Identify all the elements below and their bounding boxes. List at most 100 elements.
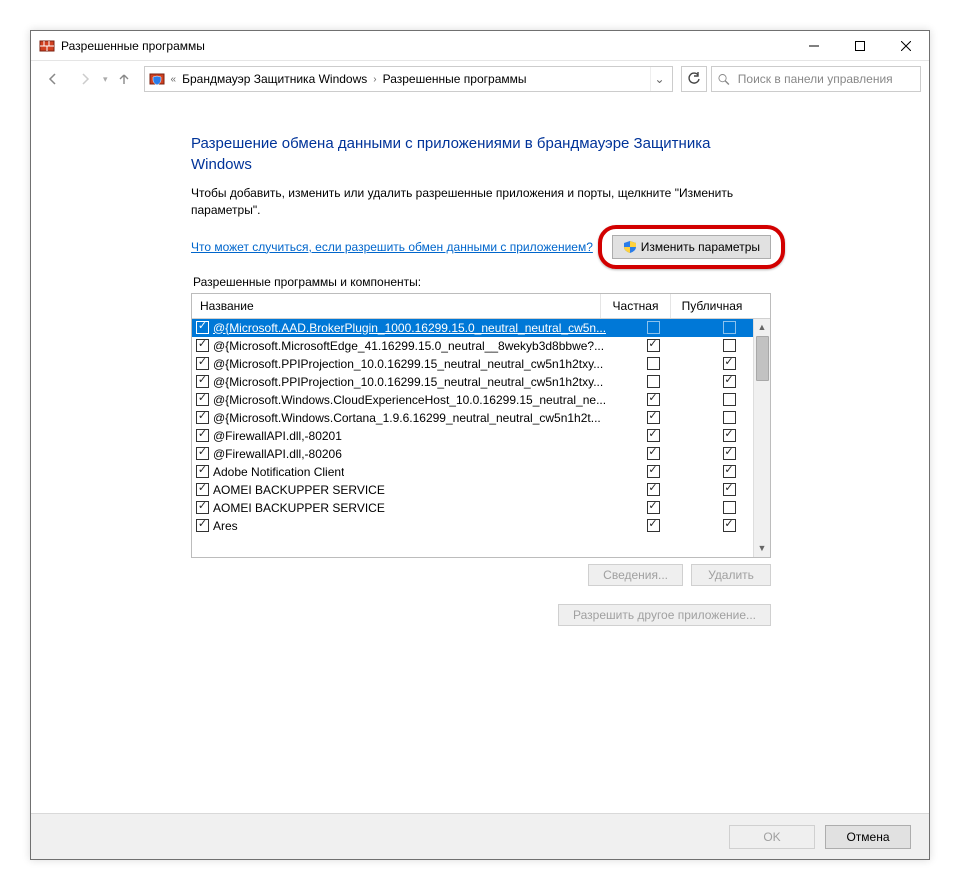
enable-checkbox[interactable] bbox=[196, 483, 209, 496]
scroll-up-icon[interactable]: ▲ bbox=[754, 319, 770, 336]
page-heading: Разрешение обмена данными с приложениями… bbox=[191, 133, 771, 175]
titlebar: Разрешенные программы bbox=[31, 31, 929, 61]
risk-help-link[interactable]: Что может случиться, если разрешить обме… bbox=[191, 240, 593, 254]
public-checkbox[interactable] bbox=[723, 411, 736, 424]
public-checkbox[interactable] bbox=[723, 339, 736, 352]
table-row[interactable]: @{Microsoft.Windows.Cortana_1.9.6.16299_… bbox=[192, 409, 770, 427]
private-checkbox[interactable] bbox=[647, 447, 660, 460]
app-name-text: @FirewallAPI.dll,-80201 bbox=[213, 429, 342, 443]
remove-button[interactable]: Удалить bbox=[691, 564, 771, 586]
public-checkbox[interactable] bbox=[723, 483, 736, 496]
enable-checkbox[interactable] bbox=[196, 501, 209, 514]
column-header-name[interactable]: Название bbox=[192, 294, 601, 318]
breadcrumb[interactable]: « Брандмауэр Защитника Windows › Разреше… bbox=[144, 66, 673, 92]
enable-checkbox[interactable] bbox=[196, 465, 209, 478]
maximize-button[interactable] bbox=[837, 31, 883, 61]
private-checkbox[interactable] bbox=[647, 501, 660, 514]
breadcrumb-item[interactable]: Разрешенные программы bbox=[379, 72, 531, 86]
enable-checkbox[interactable] bbox=[196, 375, 209, 388]
cancel-button[interactable]: Отмена bbox=[825, 825, 911, 849]
recent-dropdown-icon[interactable]: ▾ bbox=[103, 74, 108, 85]
public-checkbox[interactable] bbox=[723, 447, 736, 460]
private-checkbox[interactable] bbox=[647, 411, 660, 424]
search-icon bbox=[718, 73, 730, 86]
table-row[interactable]: @{Microsoft.PPIProjection_10.0.16299.15_… bbox=[192, 355, 770, 373]
table-row[interactable]: AOMEI BACKUPPER SERVICE bbox=[192, 499, 770, 517]
private-checkbox[interactable] bbox=[647, 393, 660, 406]
app-name-text: Adobe Notification Client bbox=[213, 465, 344, 479]
table-row[interactable]: Adobe Notification Client bbox=[192, 463, 770, 481]
enable-checkbox[interactable] bbox=[196, 393, 209, 406]
table-row[interactable]: @{Microsoft.PPIProjection_10.0.16299.15_… bbox=[192, 373, 770, 391]
minimize-button[interactable] bbox=[791, 31, 837, 61]
app-name-text: @{Microsoft.AAD.BrokerPlugin_1000.16299.… bbox=[213, 321, 606, 335]
list-header: Название Частная Публичная bbox=[192, 294, 770, 319]
search-input[interactable] bbox=[711, 66, 921, 92]
column-header-private[interactable]: Частная bbox=[601, 294, 671, 318]
enable-checkbox[interactable] bbox=[196, 447, 209, 460]
up-button[interactable] bbox=[112, 65, 136, 93]
scroll-thumb[interactable] bbox=[756, 336, 769, 381]
back-button[interactable] bbox=[39, 65, 67, 93]
public-checkbox[interactable] bbox=[723, 501, 736, 514]
public-checkbox[interactable] bbox=[723, 393, 736, 406]
app-name-text: @{Microsoft.Windows.CloudExperienceHost_… bbox=[213, 393, 606, 407]
public-checkbox[interactable] bbox=[723, 375, 736, 388]
private-checkbox[interactable] bbox=[647, 321, 660, 334]
dialog-button-bar: OK Отмена bbox=[31, 813, 929, 859]
content-pane: Разрешение обмена данными с приложениями… bbox=[31, 97, 929, 813]
app-name-text: @{Microsoft.PPIProjection_10.0.16299.15_… bbox=[213, 357, 603, 371]
enable-checkbox[interactable] bbox=[196, 357, 209, 370]
public-checkbox[interactable] bbox=[723, 321, 736, 334]
table-row[interactable]: @{Microsoft.AAD.BrokerPlugin_1000.16299.… bbox=[192, 319, 770, 337]
table-row[interactable]: @{Microsoft.Windows.CloudExperienceHost_… bbox=[192, 391, 770, 409]
public-checkbox[interactable] bbox=[723, 465, 736, 478]
private-checkbox[interactable] bbox=[647, 465, 660, 478]
enable-checkbox[interactable] bbox=[196, 519, 209, 532]
firewall-icon bbox=[39, 38, 55, 54]
app-name-text: @{Microsoft.MicrosoftEdge_41.16299.15.0_… bbox=[213, 339, 604, 353]
window-frame: Разрешенные программы ▾ « Брандмауэр Защ… bbox=[30, 30, 930, 860]
allowed-apps-list: Название Частная Публичная @{Microsoft.A… bbox=[191, 293, 771, 558]
scrollbar[interactable]: ▲ ▼ bbox=[753, 319, 770, 557]
app-name-text: @FirewallAPI.dll,-80206 bbox=[213, 447, 342, 461]
change-settings-label: Изменить параметры bbox=[641, 240, 760, 254]
table-row[interactable]: @FirewallAPI.dll,-80201 bbox=[192, 427, 770, 445]
enable-checkbox[interactable] bbox=[196, 429, 209, 442]
close-button[interactable] bbox=[883, 31, 929, 61]
breadcrumb-sep-icon: « bbox=[171, 74, 177, 85]
breadcrumb-dropdown-icon[interactable]: ⌄ bbox=[650, 67, 668, 91]
search-field[interactable] bbox=[736, 71, 914, 87]
allow-another-app-button[interactable]: Разрешить другое приложение... bbox=[558, 604, 771, 626]
instructions-text: Чтобы добавить, изменить или удалить раз… bbox=[191, 185, 771, 219]
ok-button[interactable]: OK bbox=[729, 825, 815, 849]
enable-checkbox[interactable] bbox=[196, 411, 209, 424]
public-checkbox[interactable] bbox=[723, 519, 736, 532]
private-checkbox[interactable] bbox=[647, 339, 660, 352]
refresh-button[interactable] bbox=[681, 66, 707, 92]
enable-checkbox[interactable] bbox=[196, 339, 209, 352]
details-button[interactable]: Сведения... bbox=[588, 564, 683, 586]
private-checkbox[interactable] bbox=[647, 375, 660, 388]
breadcrumb-item[interactable]: Брандмауэр Защитника Windows bbox=[178, 72, 371, 86]
app-name-text: Ares bbox=[213, 519, 238, 533]
column-header-public[interactable]: Публичная bbox=[671, 294, 753, 318]
chevron-right-icon: › bbox=[373, 74, 376, 85]
table-row[interactable]: AOMEI BACKUPPER SERVICE bbox=[192, 481, 770, 499]
enable-checkbox[interactable] bbox=[196, 321, 209, 334]
change-settings-button[interactable]: Изменить параметры bbox=[612, 235, 771, 259]
private-checkbox[interactable] bbox=[647, 429, 660, 442]
public-checkbox[interactable] bbox=[723, 429, 736, 442]
firewall-shield-icon bbox=[149, 71, 165, 87]
private-checkbox[interactable] bbox=[647, 483, 660, 496]
app-name-text: @{Microsoft.Windows.Cortana_1.9.6.16299_… bbox=[213, 411, 601, 425]
list-caption: Разрешенные программы и компоненты: bbox=[193, 275, 771, 289]
public-checkbox[interactable] bbox=[723, 357, 736, 370]
private-checkbox[interactable] bbox=[647, 519, 660, 532]
private-checkbox[interactable] bbox=[647, 357, 660, 370]
forward-button[interactable] bbox=[71, 65, 99, 93]
table-row[interactable]: @FirewallAPI.dll,-80206 bbox=[192, 445, 770, 463]
scroll-down-icon[interactable]: ▼ bbox=[754, 540, 770, 557]
table-row[interactable]: @{Microsoft.MicrosoftEdge_41.16299.15.0_… bbox=[192, 337, 770, 355]
table-row[interactable]: Ares bbox=[192, 517, 770, 535]
